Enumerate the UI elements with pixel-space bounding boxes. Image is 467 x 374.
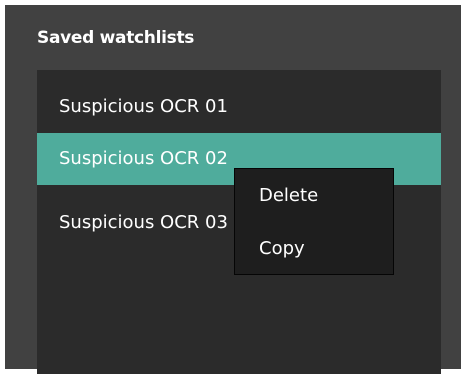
delete-menu-item[interactable]: Delete [235,170,393,222]
copy-menu-item[interactable]: Copy [235,223,393,275]
watchlist-item[interactable]: Suspicious OCR 01 [37,81,441,133]
context-menu: Delete Copy [234,168,394,275]
saved-watchlists-panel: Saved watchlists Suspicious OCR 01 Suspi… [5,5,461,374]
panel-title: Saved watchlists [37,28,195,48]
